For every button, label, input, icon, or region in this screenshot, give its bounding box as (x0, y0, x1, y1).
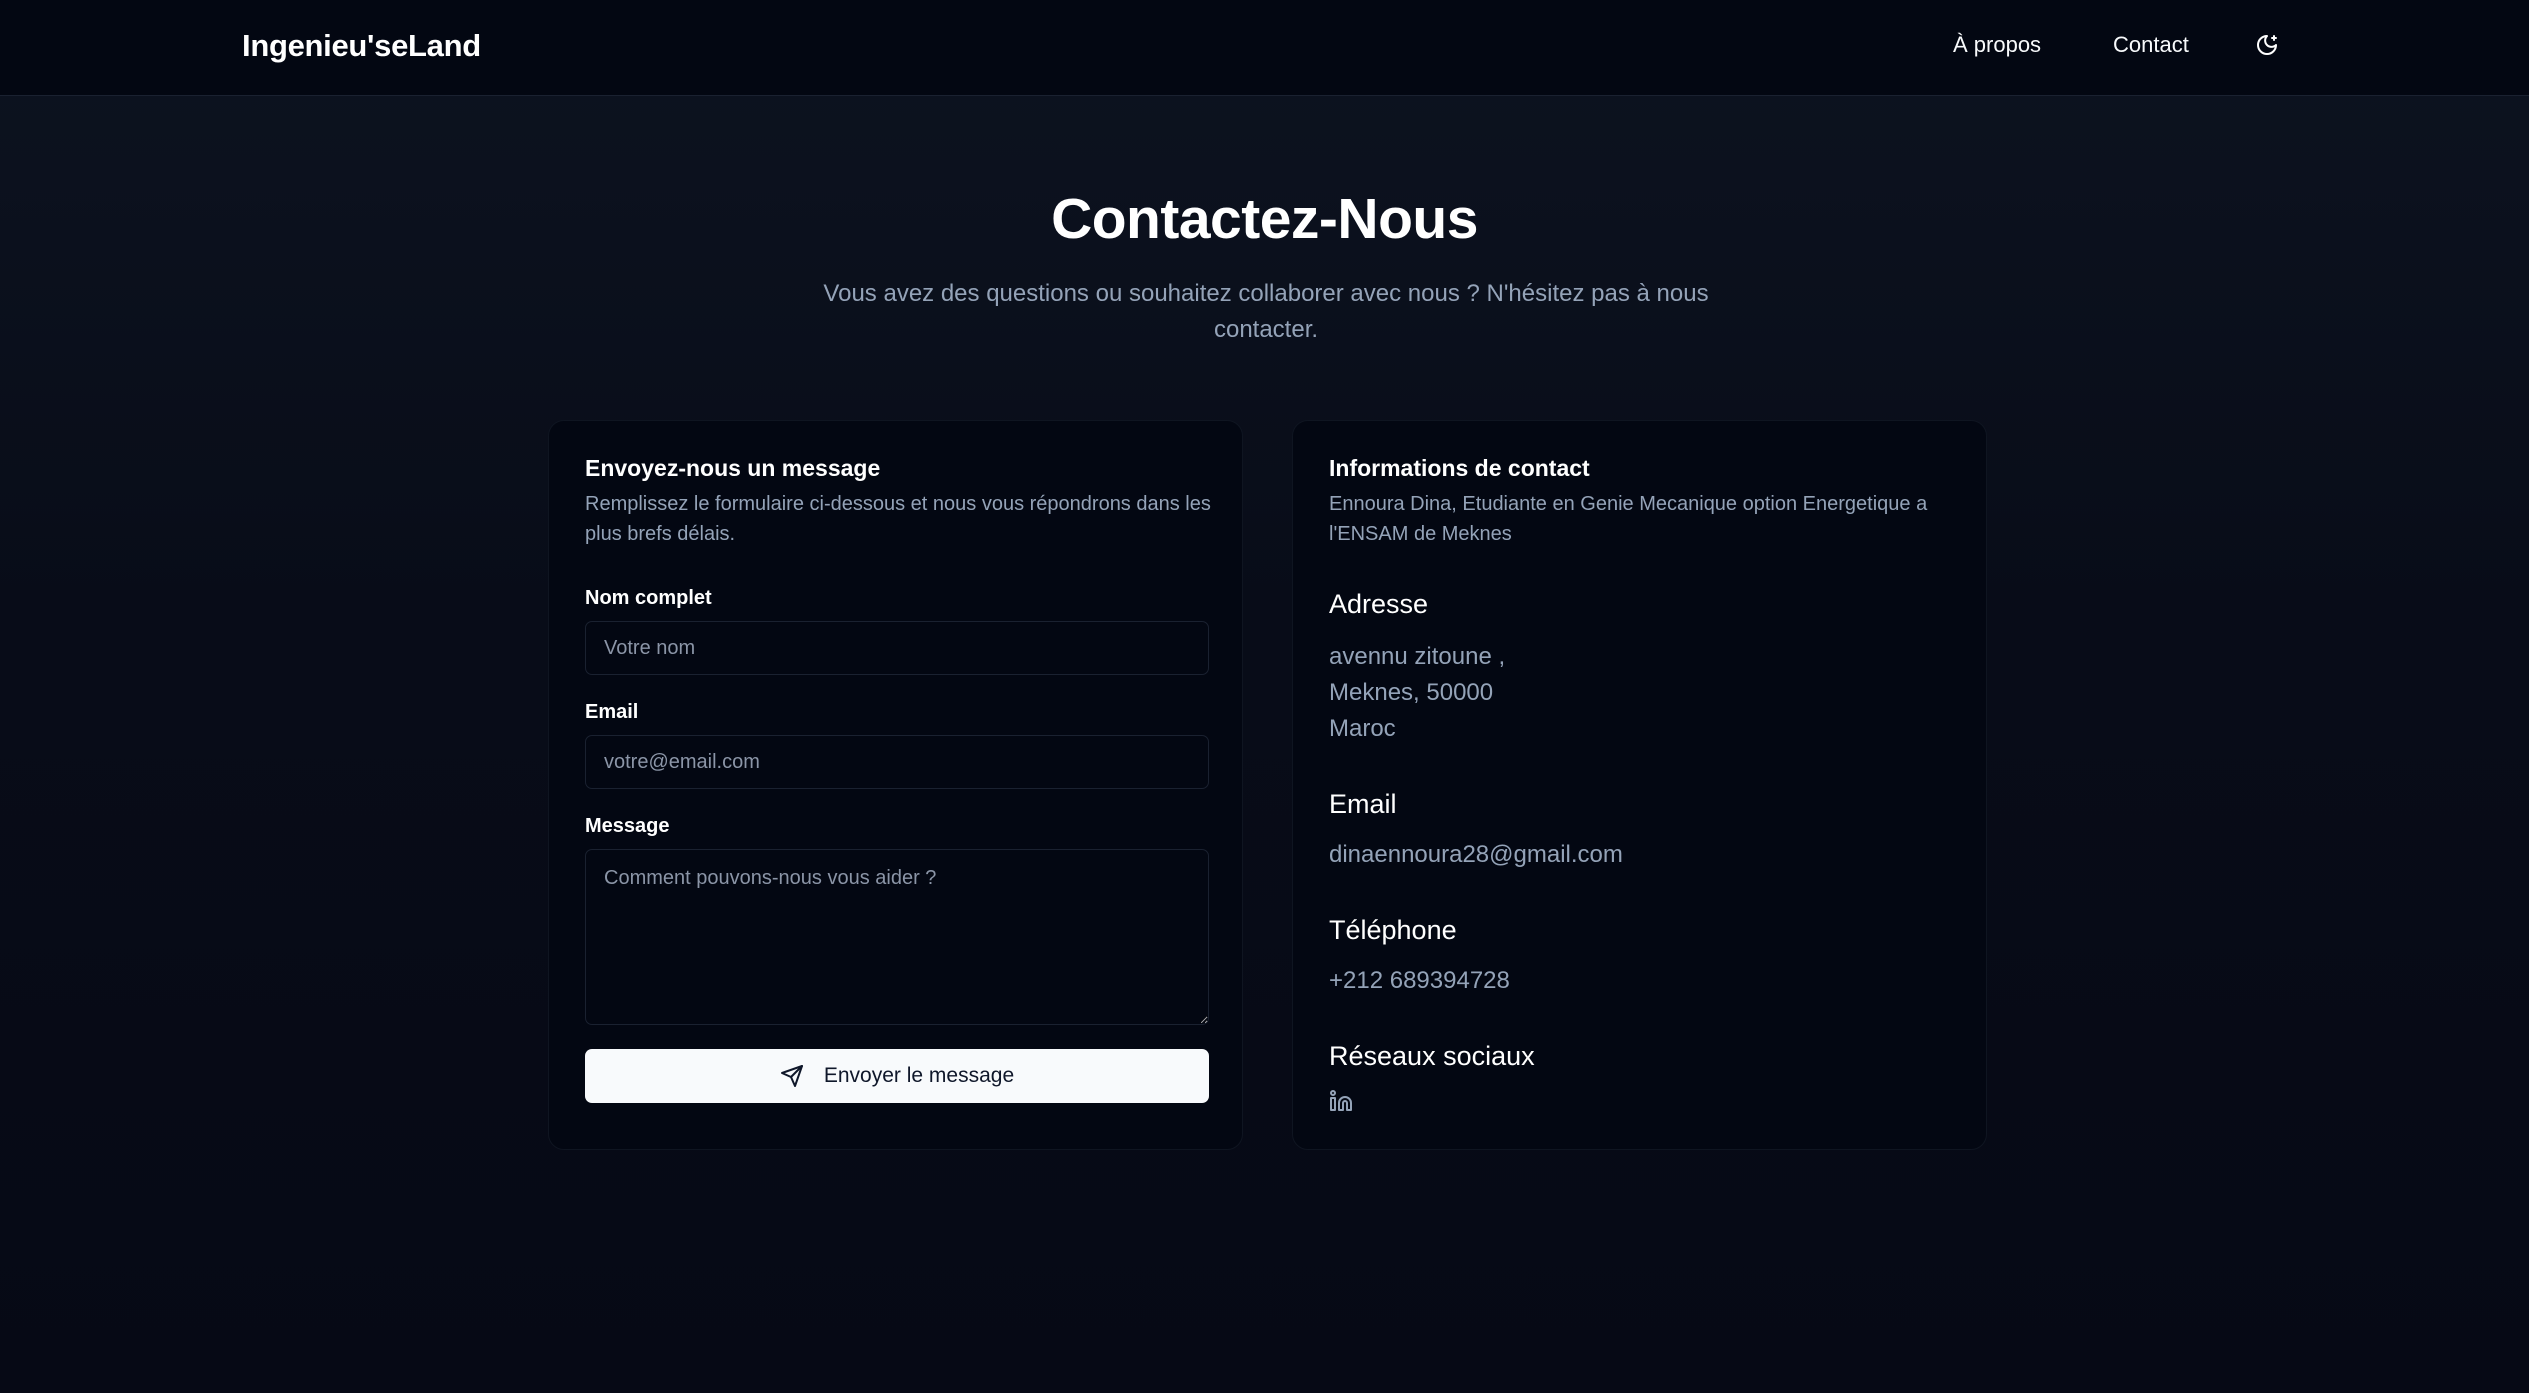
address-line: Meknes, 50000 (1329, 679, 1494, 706)
page-title: Contactez-Nous (1051, 187, 1478, 251)
send-icon (780, 1065, 803, 1087)
email-heading: Email (1329, 789, 1397, 819)
send-message-button-label: Envoyer le message (823, 1064, 1015, 1087)
nav-link-about[interactable]: À propos (1953, 32, 2041, 58)
message-textarea[interactable] (585, 849, 1209, 1025)
linkedin-link[interactable] (1327, 1087, 1355, 1115)
navbar: Ingenieu'seLand À propos Contact (0, 0, 2529, 96)
email-field-label: Email (585, 701, 639, 723)
contact-form-card: Envoyez-nous un message Remplissez le fo… (548, 420, 1243, 1150)
email-input[interactable] (585, 735, 1209, 789)
contact-info-card: Informations de contact Ennoura Dina, Et… (1292, 420, 1987, 1150)
nav-link-contact[interactable]: Contact (2113, 32, 2189, 58)
address-text: avennu zitoune , Meknes, 50000 Maroc (1329, 639, 1505, 747)
send-message-button[interactable]: Envoyer le message (585, 1049, 1209, 1103)
phone-value[interactable]: +212 689394728 (1329, 963, 1510, 999)
address-line: Maroc (1329, 715, 1396, 742)
form-card-title: Envoyez-nous un message (585, 455, 881, 481)
phone-heading: Téléphone (1329, 915, 1457, 945)
social-heading: Réseaux sociaux (1329, 1041, 1535, 1071)
page-subtitle: Vous avez des questions ou souhaitez col… (784, 276, 1748, 348)
theme-toggle-button[interactable] (2252, 30, 2282, 60)
info-card-description: Ennoura Dina, Etudiante en Genie Mecaniq… (1329, 493, 1928, 545)
message-field-label: Message (585, 815, 670, 837)
name-field-label: Nom complet (585, 587, 712, 609)
info-card-title: Informations de contact (1329, 455, 1590, 481)
page-subtitle-line1: Vous avez des questions ou souhaitez col… (823, 280, 1709, 307)
address-heading: Adresse (1329, 589, 1429, 619)
linkedin-icon (1330, 1090, 1352, 1111)
moon-icon (2257, 35, 2277, 55)
form-card-description: Remplissez le formulaire ci-dessous et n… (585, 493, 1211, 545)
address-line: avennu zitoune , (1329, 643, 1506, 670)
email-value[interactable]: dinaennoura28@gmail.com (1329, 837, 1623, 873)
brand-logo[interactable]: Ingenieu'seLand (242, 28, 481, 64)
page-subtitle-line2: contacter. (1213, 316, 1319, 343)
name-input[interactable] (585, 621, 1209, 675)
